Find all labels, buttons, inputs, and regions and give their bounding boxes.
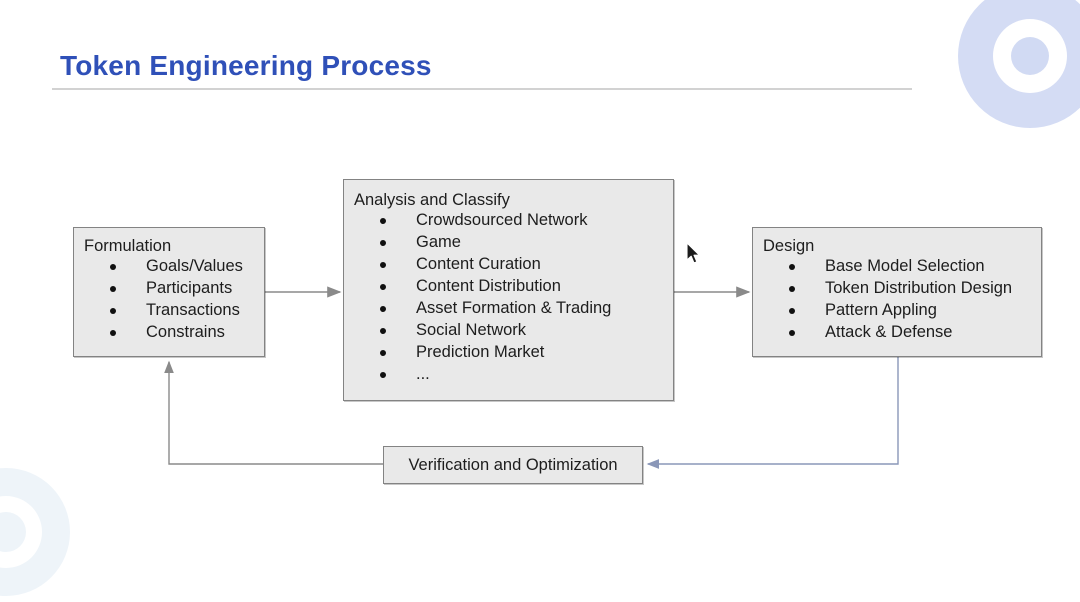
list-item-label: Social Network (416, 320, 527, 339)
list-item-label: Base Model Selection (825, 256, 985, 275)
list-item: Prediction Market (354, 341, 673, 363)
bullet-icon (380, 261, 386, 268)
diagram-node-design[interactable]: Design Base Model Selection Token Distri… (752, 227, 1042, 357)
node-title-analysis: Analysis and Classify (354, 191, 510, 209)
list-item: Transactions (84, 299, 264, 321)
list-item: Goals/Values (84, 255, 264, 277)
list-item: Asset Formation & Trading (354, 297, 673, 319)
decorative-ring-top-right-center (1011, 37, 1049, 75)
list-item: Content Distribution (354, 275, 673, 297)
bullet-icon (110, 285, 116, 292)
list-item: Constrains (84, 321, 264, 343)
list-item: ... (354, 363, 673, 385)
list-item: Token Distribution Design (763, 277, 1041, 299)
bullet-icon (789, 307, 795, 314)
list-item-label: Crowdsourced Network (416, 210, 588, 229)
bullet-icon (380, 239, 386, 246)
bullet-icon (789, 285, 795, 292)
list-item-label: Transactions (146, 300, 240, 319)
diagram-node-formulation[interactable]: Formulation Goals/Values Participants Tr… (73, 227, 265, 357)
diagram-node-analysis-and-classify[interactable]: Analysis and Classify Crowdsourced Netwo… (343, 179, 674, 401)
mouse-cursor-icon (687, 243, 700, 264)
list-item-label: Participants (146, 278, 233, 297)
node-items-design: Base Model Selection Token Distribution … (763, 255, 1041, 343)
bullet-icon (110, 307, 116, 314)
list-item: Content Curation (354, 253, 673, 275)
list-item-label: ... (416, 364, 430, 383)
list-item-label: Game (416, 232, 461, 251)
slide-canvas: Token Engineering Process Formulation Go… (0, 0, 1080, 602)
node-items-formulation: Goals/Values Participants Transactions C… (84, 255, 264, 343)
list-item-label: Constrains (146, 322, 225, 341)
list-item-label: Prediction Market (416, 342, 545, 361)
node-title-formulation: Formulation (84, 237, 172, 255)
diagram-node-verification-and-optimization[interactable]: Verification and Optimization (383, 446, 643, 484)
bullet-icon (110, 263, 116, 270)
bullet-icon (789, 263, 795, 270)
bullet-icon (380, 305, 386, 312)
bullet-icon (789, 329, 795, 336)
list-item-label: Content Distribution (416, 276, 561, 295)
page-title: Token Engineering Process (60, 50, 432, 81)
list-item: Crowdsourced Network (354, 209, 673, 231)
list-item: Base Model Selection (763, 255, 1041, 277)
node-items-analysis: Crowdsourced Network Game Content Curati… (354, 209, 673, 385)
node-title-design: Design (763, 237, 815, 255)
list-item-label: Attack & Defense (825, 322, 953, 341)
list-item-label: Goals/Values (146, 256, 243, 275)
list-item-label: Pattern Appling (825, 300, 937, 319)
node-title-verification: Verification and Optimization (408, 455, 618, 474)
list-item-label: Content Curation (416, 254, 541, 273)
bullet-icon (380, 283, 386, 290)
list-item: Pattern Appling (763, 299, 1041, 321)
bullet-icon (380, 349, 386, 356)
list-item: Participants (84, 277, 264, 299)
connector-design-to-verification (646, 357, 899, 469)
title-divider (52, 88, 912, 90)
list-item-label: Token Distribution Design (825, 278, 1013, 297)
bullet-icon (380, 371, 386, 378)
list-item: Social Network (354, 319, 673, 341)
list-item-label: Asset Formation & Trading (416, 298, 612, 317)
list-item: Game (354, 231, 673, 253)
bullet-icon (380, 327, 386, 334)
bullet-icon (380, 217, 386, 224)
list-item: Attack & Defense (763, 321, 1041, 343)
bullet-icon (110, 329, 116, 336)
